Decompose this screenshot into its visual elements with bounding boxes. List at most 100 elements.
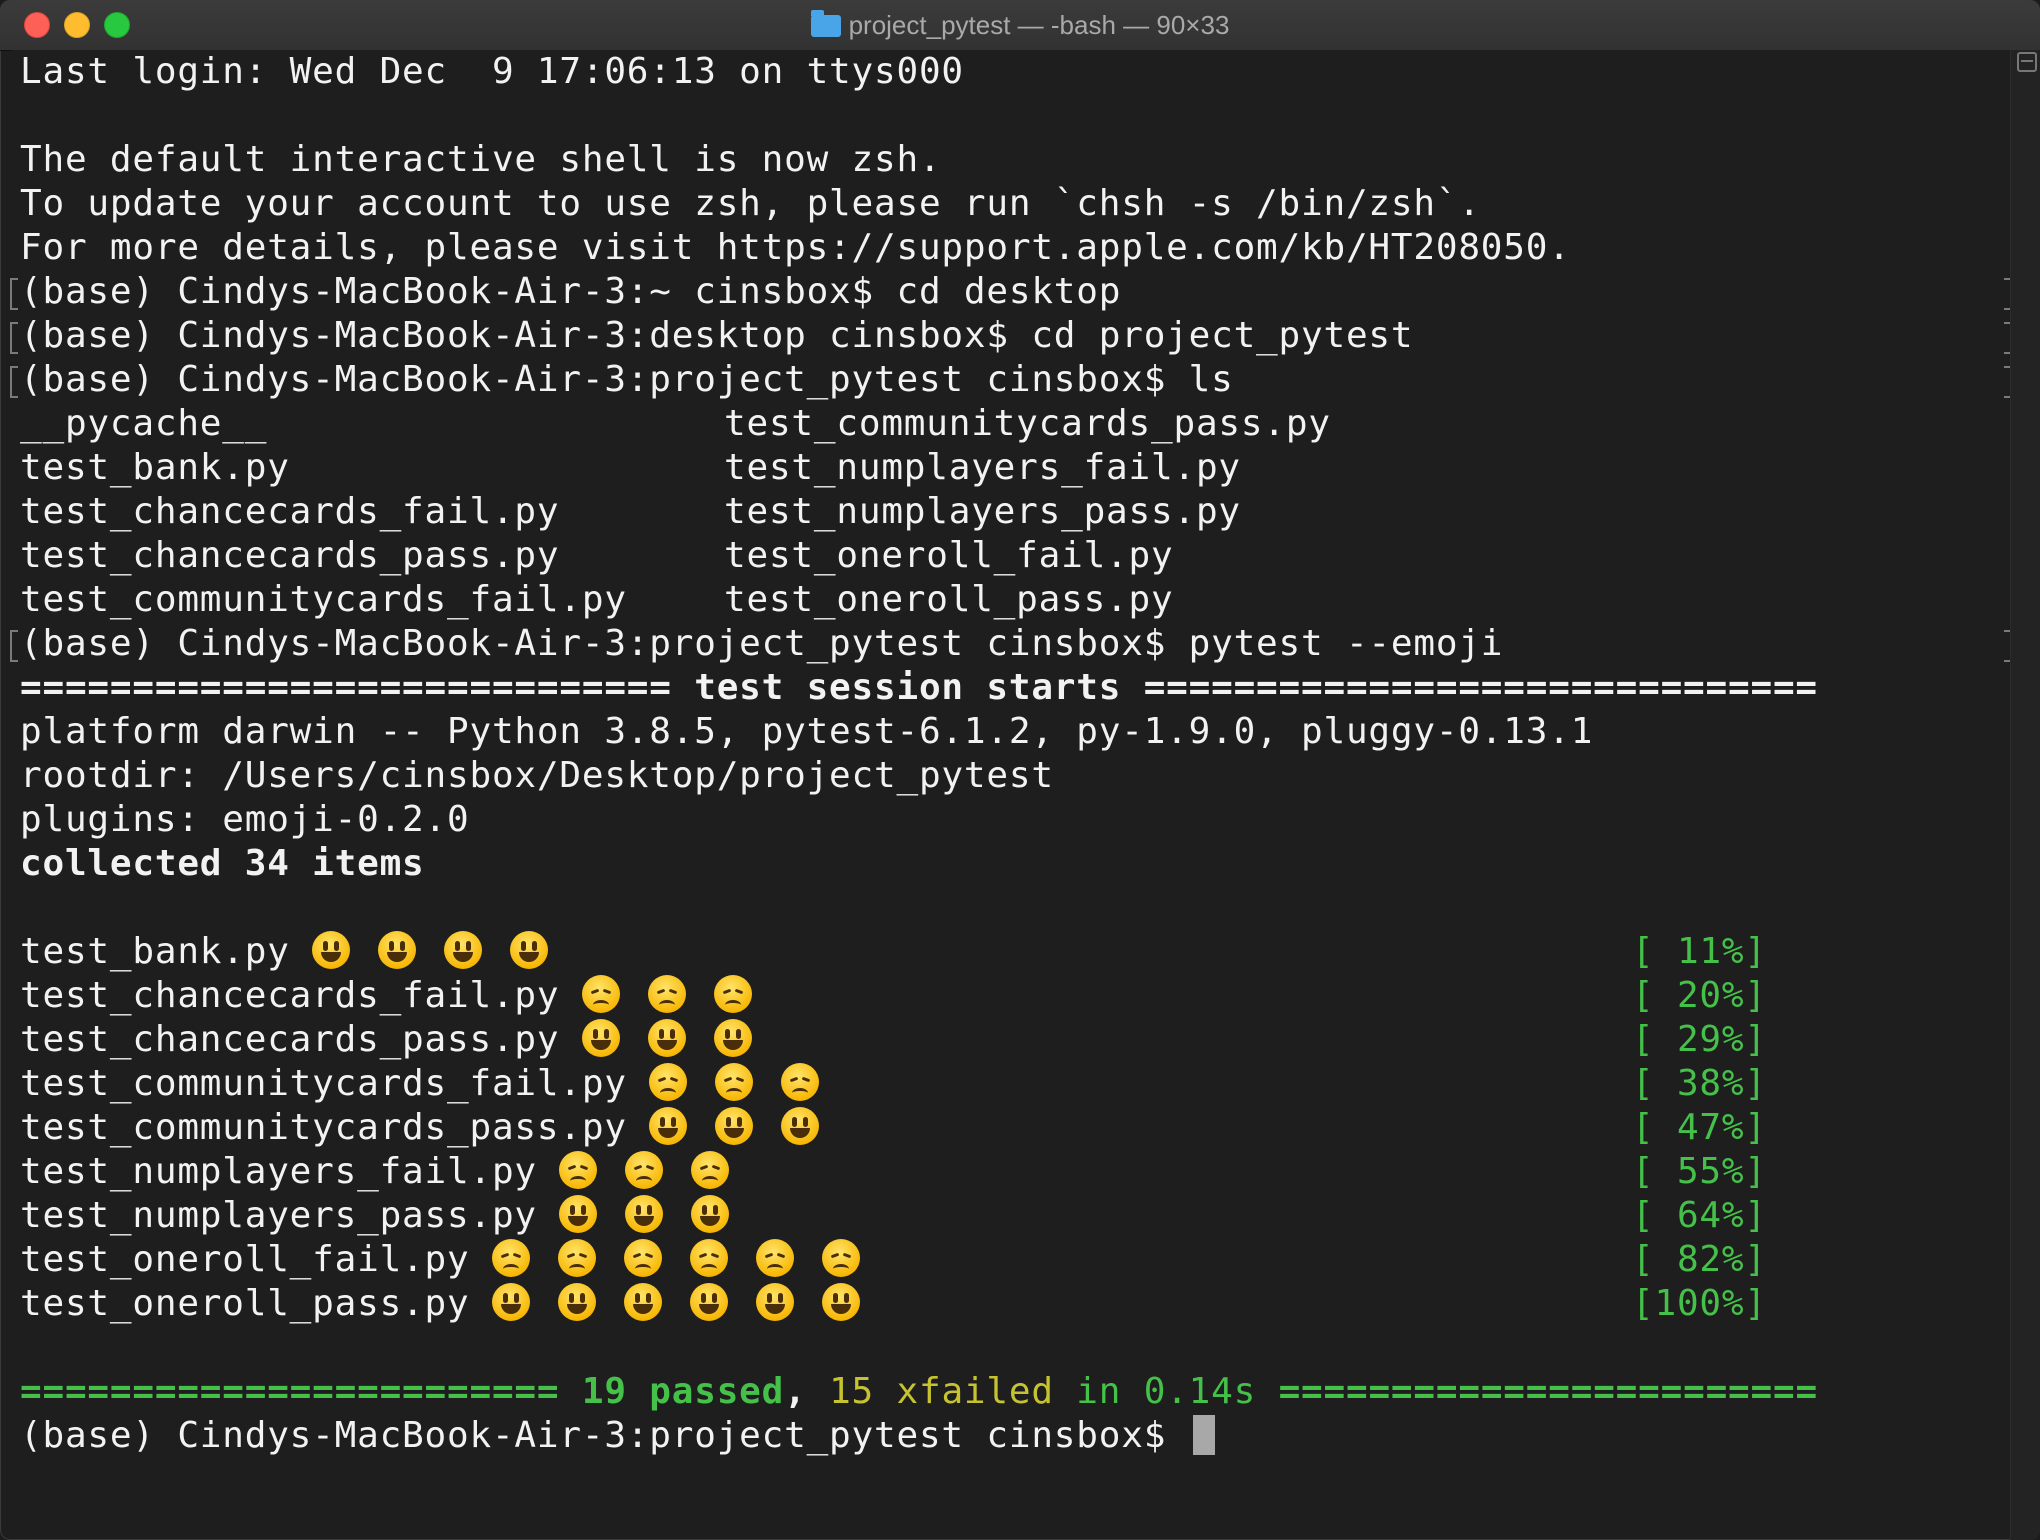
pytest-command-line: (base) Cindys-MacBook-Air-3:project_pyte… <box>20 623 1504 664</box>
text-cursor <box>1192 1415 1215 1455</box>
window-title-text: project_pytest — -bash — 90×33 <box>848 10 1230 40</box>
smiley-face-icon <box>581 1019 620 1057</box>
smiley-face-icon <box>559 1195 598 1233</box>
summary-comma: , <box>784 1371 830 1412</box>
shell-notice-line: The default interactive shell is now zsh… <box>20 139 942 180</box>
command-line: (base) Cindys-MacBook-Air-3:~ cinsbox$ c… <box>20 271 1122 312</box>
smiley-face-icon <box>444 931 483 969</box>
platform-line: platform darwin -- Python 3.8.5, pytest-… <box>20 711 1594 752</box>
disappointed-face-icon <box>581 975 620 1013</box>
terminal-output[interactable]: Last login: Wed Dec 9 17:06:13 on ttys00… <box>10 50 2012 1530</box>
progress-percent: [ 64%] <box>1632 1195 1767 1236</box>
disappointed-face-icon <box>715 1063 754 1101</box>
disappointed-face-icon <box>647 975 686 1013</box>
disappointed-face-icon <box>755 1239 794 1277</box>
progress-percent: [ 82%] <box>1632 1239 1767 1280</box>
progress-percent: [ 55%] <box>1632 1151 1767 1192</box>
xfailed-count: 15 xfailed <box>829 1371 1054 1412</box>
command-line: (base) Cindys-MacBook-Air-3:project_pyte… <box>20 359 1234 400</box>
test-result-row: test_numplayers_pass.py <box>20 1194 757 1238</box>
passed-count: 19 passed <box>581 1371 785 1412</box>
terminal-window: project_pytest — -bash — 90×33 Last logi… <box>0 0 2040 1540</box>
final-prompt-line: (base) Cindys-MacBook-Air-3:project_pyte… <box>20 1414 1215 1458</box>
test-result-row: test_communitycards_fail.py <box>20 1062 847 1106</box>
summary-rule-left: ======================== <box>20 1371 582 1412</box>
disappointed-face-icon <box>491 1239 530 1277</box>
smiley-face-icon <box>647 1019 686 1057</box>
progress-percent: [100%] <box>1632 1283 1767 1324</box>
progress-percent: [ 29%] <box>1632 1019 1767 1060</box>
test-result-row: test_oneroll_pass.py <box>20 1282 888 1326</box>
shell-notice-line: To update your account to use zsh, pleas… <box>20 183 1481 224</box>
smiley-face-icon <box>510 931 549 969</box>
test-result-row: test_oneroll_fail.py <box>20 1238 888 1282</box>
smiley-face-icon <box>491 1283 530 1321</box>
shell-notice-line: For more details, please visit https://s… <box>20 227 1571 268</box>
smiley-face-icon <box>691 1195 730 1233</box>
summary-duration: in 0.14s <box>1053 1371 1257 1412</box>
scrollbar[interactable] <box>2010 50 2040 1540</box>
disappointed-face-icon <box>623 1239 662 1277</box>
disappointed-face-icon <box>649 1063 688 1101</box>
ls-entry: test_bank.py <box>20 447 290 488</box>
collected-line: collected 34 items <box>20 843 425 884</box>
progress-percent: [ 11%] <box>1632 931 1767 972</box>
test-file-name: test_numplayers_fail.py <box>20 1151 537 1192</box>
test-file-name: test_chancecards_pass.py <box>20 1019 560 1060</box>
ls-entry: test_numplayers_fail.py <box>724 447 1241 488</box>
test-file-name: test_numplayers_pass.py <box>20 1195 537 1236</box>
summary-line: ======================== 19 passed, 15 x… <box>20 1370 1818 1414</box>
summary-rule-right: ======================== <box>1256 1371 1818 1412</box>
last-login-line: Last login: Wed Dec 9 17:06:13 on ttys00… <box>20 51 964 92</box>
smiley-face-icon <box>378 931 417 969</box>
progress-percent: [ 20%] <box>1632 975 1767 1016</box>
disappointed-face-icon <box>713 975 752 1013</box>
smiley-face-icon <box>821 1283 860 1321</box>
test-result-row: test_numplayers_fail.py <box>20 1150 757 1194</box>
progress-percent: [ 38%] <box>1632 1063 1767 1104</box>
disappointed-face-icon <box>691 1151 730 1189</box>
command-line: (base) Cindys-MacBook-Air-3:desktop cins… <box>20 315 1414 356</box>
ls-entry: test_oneroll_fail.py <box>724 535 1174 576</box>
rootdir-line: rootdir: /Users/cinsbox/Desktop/project_… <box>20 755 1054 796</box>
split-pane-icon[interactable] <box>2017 52 2037 72</box>
smiley-face-icon <box>755 1283 794 1321</box>
ls-entry: test_communitycards_fail.py <box>20 579 627 620</box>
command-mark-left <box>10 366 18 398</box>
session-header: ============================= test sessi… <box>20 667 1818 708</box>
ls-entry: test_communitycards_pass.py <box>724 403 1331 444</box>
disappointed-face-icon <box>557 1239 596 1277</box>
smiley-face-icon <box>713 1019 752 1057</box>
test-result-row: test_chancecards_fail.py <box>20 974 780 1018</box>
window-title: project_pytest — -bash — 90×33 <box>0 0 2040 50</box>
test-result-row: test_communitycards_pass.py <box>20 1106 847 1150</box>
smiley-face-icon <box>781 1107 820 1145</box>
folder-icon <box>810 10 841 37</box>
ls-entry: test_numplayers_pass.py <box>724 491 1241 532</box>
smiley-face-icon <box>625 1195 664 1233</box>
test-file-name: test_chancecards_fail.py <box>20 975 560 1016</box>
smiley-face-icon <box>689 1283 728 1321</box>
command-mark-left <box>10 278 18 310</box>
smiley-face-icon <box>623 1283 662 1321</box>
disappointed-face-icon <box>625 1151 664 1189</box>
test-file-name: test_communitycards_fail.py <box>20 1063 627 1104</box>
disappointed-face-icon <box>559 1151 598 1189</box>
title-bar[interactable]: project_pytest — -bash — 90×33 <box>0 0 2040 51</box>
ls-entry: test_chancecards_pass.py <box>20 535 560 576</box>
command-mark-left <box>10 630 18 662</box>
plugins-line: plugins: emoji-0.2.0 <box>20 799 470 840</box>
disappointed-face-icon <box>821 1239 860 1277</box>
smiley-face-icon <box>312 931 351 969</box>
smiley-face-icon <box>649 1107 688 1145</box>
smiley-face-icon <box>715 1107 754 1145</box>
smiley-face-icon <box>557 1283 596 1321</box>
test-file-name: test_communitycards_pass.py <box>20 1107 627 1148</box>
test-file-name: test_bank.py <box>20 931 290 972</box>
test-result-row: test_bank.py <box>20 930 576 974</box>
test-file-name: test_oneroll_fail.py <box>20 1239 470 1280</box>
ls-entry: test_chancecards_fail.py <box>20 491 560 532</box>
disappointed-face-icon <box>689 1239 728 1277</box>
command-mark-left <box>10 322 18 354</box>
ls-entry: __pycache__ <box>20 403 268 444</box>
